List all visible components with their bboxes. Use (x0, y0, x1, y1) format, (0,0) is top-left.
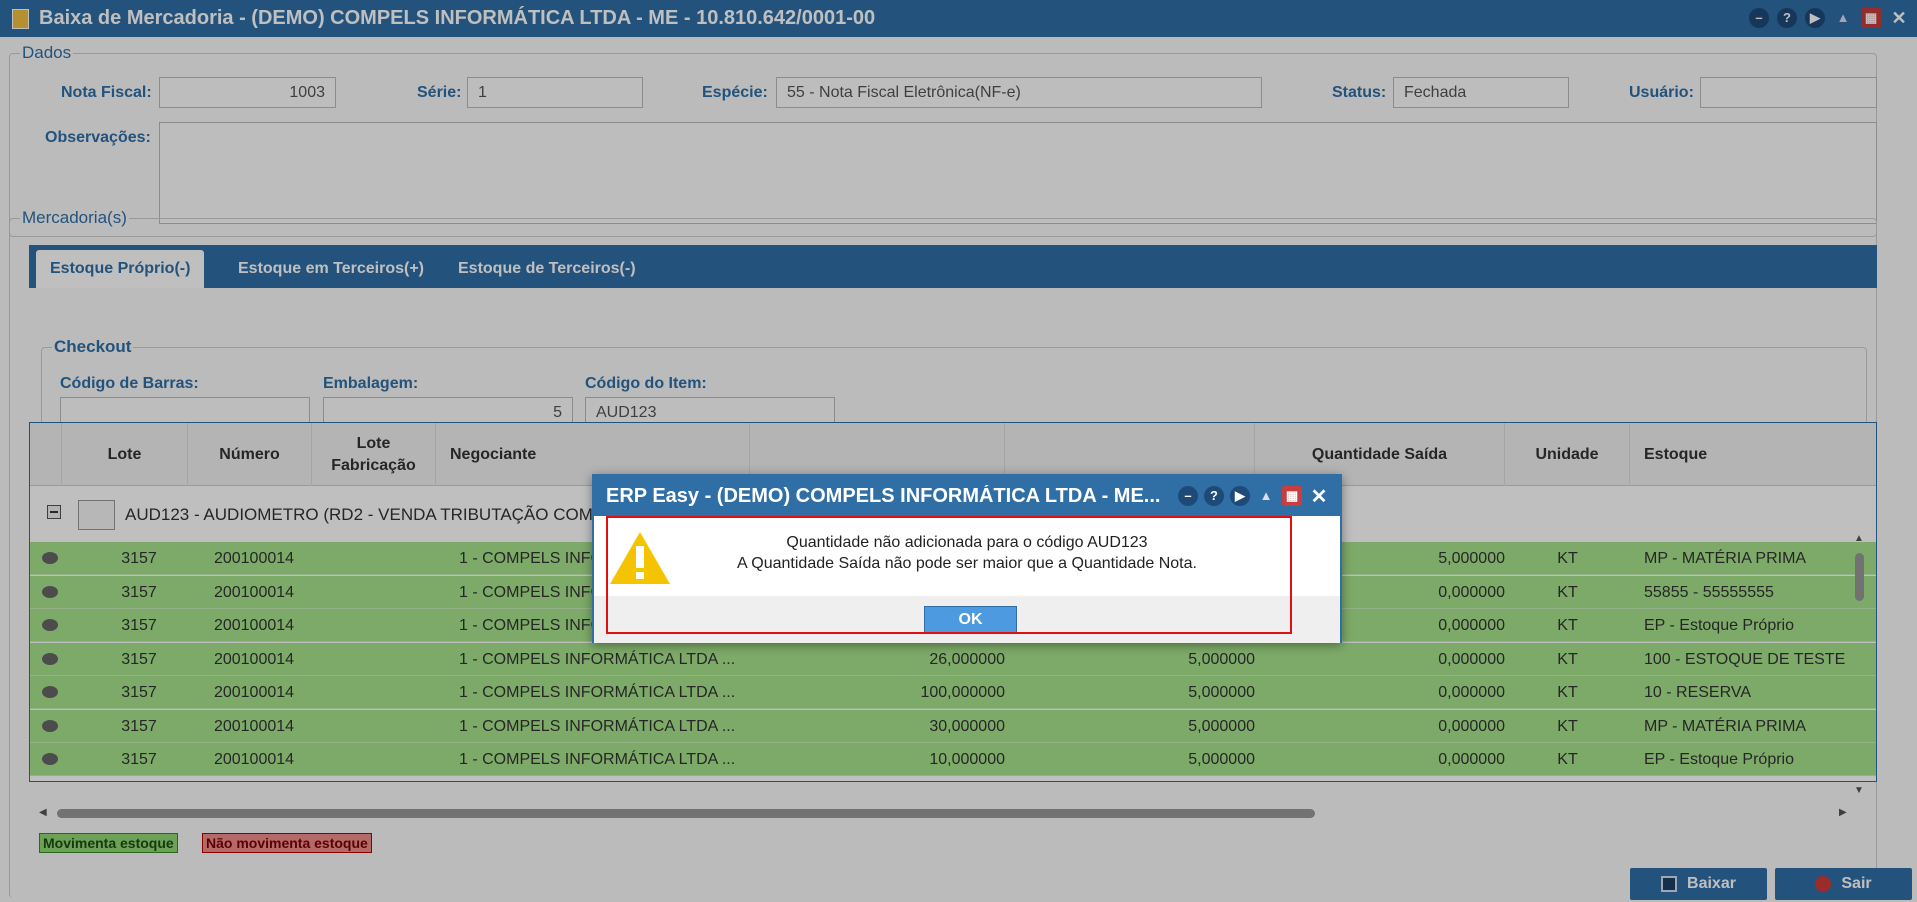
dialog-minimize-icon[interactable]: – (1178, 486, 1198, 506)
dialog-help-icon[interactable]: ? (1204, 486, 1224, 506)
dialog-controls: – ? ▶ ▲ ▦ ✕ (1178, 486, 1330, 508)
dialog-titlebar: ERP Easy - (DEMO) COMPELS INFORMÁTICA LT… (594, 476, 1340, 516)
dialog-play-icon[interactable]: ▶ (1230, 486, 1250, 506)
dialog-calendar-icon[interactable]: ▦ (1282, 486, 1302, 506)
dialog-close-icon[interactable]: ✕ (1308, 486, 1330, 508)
dialog-bell-icon[interactable]: ▲ (1256, 486, 1276, 506)
modal-overlay (0, 0, 1917, 902)
dialog-title: ERP Easy - (DEMO) COMPELS INFORMÁTICA LT… (606, 485, 1161, 507)
highlight-box (606, 516, 1292, 634)
